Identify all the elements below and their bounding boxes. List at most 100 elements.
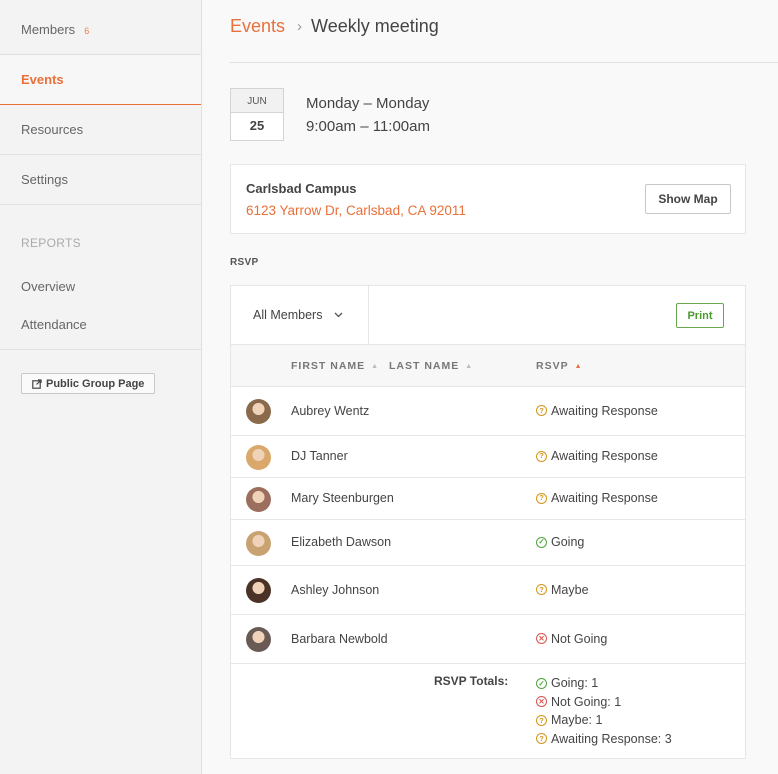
avatar xyxy=(246,444,271,470)
sidebar-item-settings[interactable]: Settings xyxy=(0,155,201,205)
location-name: Carlsbad Campus xyxy=(246,181,357,196)
print-button[interactable]: Print xyxy=(676,303,724,328)
sidebar-item-events[interactable]: Events xyxy=(0,55,201,105)
event-time-range: 9:00am – 11:00am xyxy=(306,118,430,135)
avatar xyxy=(246,530,271,556)
member-name: Elizabeth Dawson xyxy=(291,535,392,549)
member-name: Aubrey Wentz xyxy=(291,403,370,418)
question-icon: ? xyxy=(536,584,547,595)
public-group-page-button[interactable]: Public Group Page xyxy=(21,373,156,394)
header-divider xyxy=(230,62,778,63)
rsvp-status: ? Awaiting Response xyxy=(536,404,658,418)
event-date-badge: JUN 25 xyxy=(230,88,284,141)
sidebar-item-label: Members xyxy=(21,22,76,37)
member-filter-dropdown[interactable]: All Members xyxy=(231,286,369,344)
column-rsvp[interactable]: RSVP ▲ xyxy=(536,360,583,372)
sidebar: Members 6 Events Resources Settings REPO… xyxy=(0,0,202,774)
rsvp-table-header: FIRST NAME ▲ LAST NAME ▲ RSVP ▲ xyxy=(231,345,745,387)
table-row[interactable]: Mary Steenburgen? Awaiting Response xyxy=(231,478,745,520)
public-group-page-label: Public Group Page xyxy=(46,377,145,390)
sort-icon: ▲ xyxy=(371,362,380,370)
rsvp-status-label: Going xyxy=(551,535,585,549)
table-row[interactable]: Barbara Newbold ✕ Not Going xyxy=(231,615,745,664)
rsvp-total-label: Awaiting Response: 3 xyxy=(551,731,672,746)
sidebar-item-label: Settings xyxy=(21,172,68,187)
rsvp-total-item: ? Maybe: 1 xyxy=(536,711,672,730)
rsvp-totals-label: RSVP Totals: xyxy=(434,674,509,688)
check-icon: ✓ xyxy=(536,536,547,548)
rsvp-card: All Members Print FIRST NAME ▲ LAST NAME… xyxy=(230,285,746,759)
rsvp-toolbar: All Members Print xyxy=(231,286,745,345)
column-last-name[interactable]: LAST NAME ▲ xyxy=(389,360,473,372)
sort-asc-icon: ▲ xyxy=(574,362,583,370)
sidebar-item-label: Attendance xyxy=(21,317,87,332)
event-schedule: Monday – Monday 9:00am – 11:00am xyxy=(306,92,430,138)
rsvp-status-label: Awaiting Response xyxy=(551,491,658,505)
column-rsvp-label: RSVP xyxy=(536,360,569,372)
x-icon: ✕ xyxy=(536,696,547,708)
rsvp-status: ✕ Not Going xyxy=(536,632,607,646)
external-link-icon xyxy=(32,378,42,389)
rsvp-status-label: Maybe xyxy=(551,582,589,597)
event-day-range: Monday – Monday xyxy=(306,95,430,112)
rsvp-total-label: Maybe: 1 xyxy=(551,713,603,727)
show-map-button[interactable]: Show Map xyxy=(645,184,731,214)
question-icon: ? xyxy=(536,492,547,504)
sort-icon: ▲ xyxy=(465,362,474,370)
sidebar-item-label: Resources xyxy=(21,122,84,137)
reports-heading: REPORTS xyxy=(21,236,81,250)
column-first-name[interactable]: FIRST NAME ▲ xyxy=(291,360,379,372)
rsvp-status-label: Awaiting Response xyxy=(551,449,658,463)
sidebar-item-members[interactable]: Members 6 xyxy=(0,5,201,55)
rsvp-status-label: Awaiting Response xyxy=(551,403,658,418)
table-row[interactable]: Aubrey Wentz? Awaiting Response xyxy=(231,387,745,436)
chevron-right-icon: › xyxy=(297,18,303,35)
member-name: Ashley Johnson xyxy=(291,582,380,597)
question-icon: ? xyxy=(536,733,547,745)
rsvp-section-label: RSVP xyxy=(230,257,259,268)
sidebar-item-label: Events xyxy=(21,72,64,87)
avatar xyxy=(246,578,271,603)
column-last-name-label: LAST NAME xyxy=(389,360,460,372)
table-row[interactable]: Elizabeth Dawson ✓ Going xyxy=(231,520,745,566)
rsvp-total-item: ? Awaiting Response: 3 xyxy=(536,730,672,749)
breadcrumb-events-link[interactable]: Events xyxy=(230,16,285,37)
question-icon: ? xyxy=(536,405,547,416)
event-month: JUN xyxy=(231,89,283,113)
table-row[interactable]: DJ Tanner? Awaiting Response xyxy=(231,436,745,478)
rsvp-status: ? Awaiting Response xyxy=(536,449,658,463)
member-name: Mary Steenburgen xyxy=(291,491,394,505)
column-first-name-label: FIRST NAME xyxy=(291,360,366,372)
members-count-badge: 6 xyxy=(84,25,90,36)
x-icon: ✕ xyxy=(536,633,547,644)
chevron-down-icon xyxy=(335,312,343,318)
question-icon: ? xyxy=(536,714,547,726)
location-card: Carlsbad Campus 6123 Yarrow Dr, Carlsbad… xyxy=(230,164,746,234)
question-icon: ? xyxy=(536,450,547,462)
event-day: 25 xyxy=(249,118,265,133)
member-name: DJ Tanner xyxy=(291,449,348,463)
rsvp-status: ? Maybe xyxy=(536,583,589,597)
rsvp-total-item: ✓ Going: 1 xyxy=(536,674,672,693)
location-address-link[interactable]: 6123 Yarrow Dr, Carlsbad, CA 92011 xyxy=(246,203,466,218)
rsvp-status: ? Awaiting Response xyxy=(536,491,658,505)
rsvp-totals-list: ✓ Going: 1 ✕ Not Going: 1? Maybe: 1? Awaiting… xyxy=(536,674,672,748)
rsvp-status-label: Not Going xyxy=(551,631,608,646)
rsvp-total-label: Not Going: 1 xyxy=(551,694,622,709)
member-filter-value: All Members xyxy=(253,308,323,322)
member-name: Barbara Newbold xyxy=(291,631,388,646)
rsvp-status: ✓ Going xyxy=(536,535,584,549)
main-content: Events › Weekly meeting JUN 25 Monday – … xyxy=(203,0,778,774)
rsvp-total-label: Going: 1 xyxy=(551,676,599,690)
avatar xyxy=(246,486,271,512)
sidebar-item-resources[interactable]: Resources xyxy=(0,105,201,155)
sidebar-item-attendance[interactable]: Attendance xyxy=(0,300,201,350)
page-title: Weekly meeting xyxy=(311,16,439,36)
avatar xyxy=(246,627,271,652)
sidebar-item-label: Overview xyxy=(21,278,76,294)
check-icon: ✓ xyxy=(536,677,547,689)
breadcrumb: Events › Weekly meeting xyxy=(230,16,439,37)
avatar xyxy=(246,399,271,424)
rsvp-total-item: ✕ Not Going: 1 xyxy=(536,693,672,712)
table-row[interactable]: Ashley Johnson? Maybe xyxy=(231,566,745,615)
